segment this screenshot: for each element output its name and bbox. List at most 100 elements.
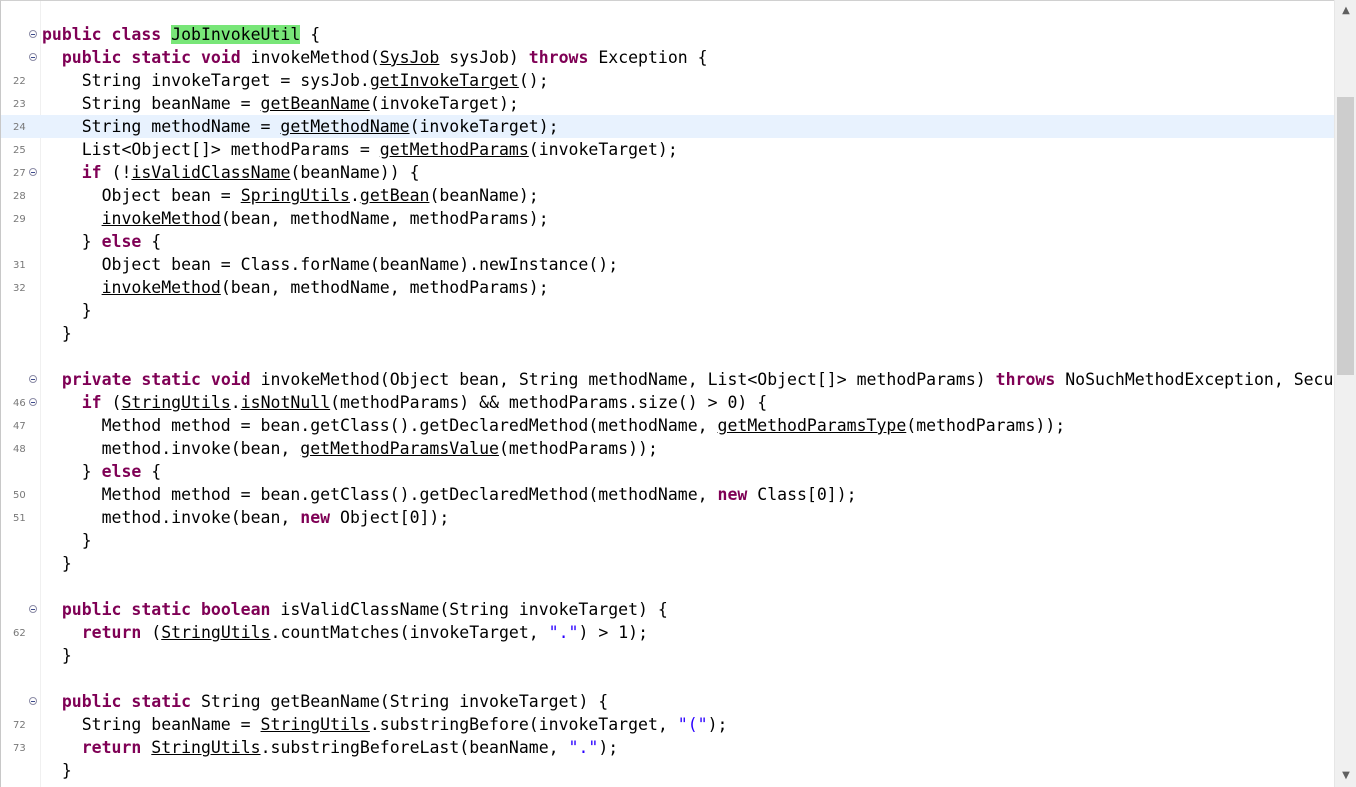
code-line[interactable]: 32 invokeMethod(bean, methodName, method… (1, 276, 1334, 299)
keyword-token: else (102, 462, 142, 481)
code-token: (beanName)) { (290, 163, 419, 182)
linked-identifier-token: invokeMethod (102, 278, 221, 297)
code-token: .substringBeforeLast(beanName, (261, 738, 569, 757)
code-line[interactable]: 22 String invokeTarget = sysJob.getInvok… (1, 69, 1334, 92)
code-editor[interactable]: public class JobInvokeUtil { public stat… (0, 0, 1334, 787)
code-token: } (42, 324, 72, 343)
code-line[interactable]: 50 Method method = bean.getClass().getDe… (1, 483, 1334, 506)
code-line[interactable]: 72 String beanName = StringUtils.substri… (1, 713, 1334, 736)
vertical-scrollbar[interactable]: ▲ ▼ (1334, 0, 1356, 787)
code-text: Method method = bean.getClass().getDecla… (42, 483, 857, 506)
keyword-token: public static boolean (62, 600, 281, 619)
code-line[interactable]: } (1, 322, 1334, 345)
code-token: . (350, 186, 360, 205)
code-token: } (42, 531, 92, 550)
code-text: invokeMethod(bean, methodName, methodPar… (42, 207, 549, 230)
code-text: } (42, 322, 72, 345)
code-text: String methodName = getMethodName(invoke… (42, 115, 559, 138)
collapse-fold-icon[interactable] (29, 697, 37, 705)
code-token: { (141, 462, 161, 481)
code-line[interactable]: } (1, 759, 1334, 782)
scroll-up-arrow-icon[interactable]: ▲ (1339, 4, 1353, 18)
code-line[interactable]: public static boolean isValidClassName(S… (1, 598, 1334, 621)
code-token: String invokeTarget = sysJob. (42, 71, 370, 90)
code-line[interactable] (1, 345, 1334, 368)
code-token: String methodName = (42, 117, 280, 136)
current-code-line[interactable]: 24 String methodName = getMethodName(inv… (1, 115, 1334, 138)
code-text: if (!isValidClassName(beanName)) { (42, 161, 420, 184)
string-literal-token: "." (549, 623, 579, 642)
code-token (42, 370, 62, 389)
code-token (42, 738, 82, 757)
code-line[interactable]: 73 return StringUtils.substringBeforeLas… (1, 736, 1334, 759)
code-token: NoSuchMethodException, Secu (1055, 370, 1333, 389)
code-line[interactable]: 47 Method method = bean.getClass().getDe… (1, 414, 1334, 437)
collapse-fold-icon[interactable] (29, 375, 37, 383)
linked-identifier-token: StringUtils (122, 393, 231, 412)
keyword-token: return (82, 623, 142, 642)
code-line[interactable] (1, 575, 1334, 598)
collapse-fold-icon[interactable] (29, 168, 37, 176)
keyword-token: public static (62, 692, 201, 711)
collapse-fold-icon[interactable] (29, 605, 37, 613)
code-token (42, 163, 82, 182)
collapse-fold-icon[interactable] (29, 53, 37, 61)
code-line[interactable]: } (1, 299, 1334, 322)
code-token (42, 393, 82, 412)
code-line[interactable]: } else { (1, 230, 1334, 253)
code-text: public static void invokeMethod(SysJob s… (42, 46, 708, 69)
code-line[interactable]: 31 Object bean = Class.forName(beanName)… (1, 253, 1334, 276)
code-token: (methodParams) && methodParams.size() > … (330, 393, 767, 412)
code-token: .countMatches(invokeTarget, (271, 623, 549, 642)
code-token (42, 209, 102, 228)
code-token: Object[0]); (330, 508, 449, 527)
code-line[interactable]: 48 method.invoke(bean, getMethodParamsVa… (1, 437, 1334, 460)
keyword-token: public static void (62, 48, 251, 67)
code-token: (methodParams)); (499, 439, 658, 458)
code-line[interactable]: 51 method.invoke(bean, new Object[0]); (1, 506, 1334, 529)
highlighted-occurrence-token: JobInvokeUtil (171, 25, 300, 44)
scrollbar-thumb[interactable] (1337, 97, 1354, 375)
code-token: method.invoke(bean, (42, 508, 300, 527)
code-token: } (42, 646, 72, 665)
code-line[interactable]: } (1, 529, 1334, 552)
code-token: String beanName = (42, 94, 261, 113)
code-line[interactable]: public static String getBeanName(String … (1, 690, 1334, 713)
code-line[interactable]: 46 if (StringUtils.isNotNull(methodParam… (1, 391, 1334, 414)
code-line[interactable]: public class JobInvokeUtil { (1, 23, 1334, 46)
collapse-fold-icon[interactable] (29, 398, 37, 406)
code-token: { (300, 25, 320, 44)
linked-identifier-token: getBeanName (261, 94, 370, 113)
string-literal-token: "." (569, 738, 599, 757)
code-line[interactable]: 29 invokeMethod(bean, methodName, method… (1, 207, 1334, 230)
scroll-down-arrow-icon[interactable]: ▼ (1339, 769, 1353, 783)
code-line[interactable]: 23 String beanName = getBeanName(invokeT… (1, 92, 1334, 115)
code-text: invokeMethod(bean, methodName, methodPar… (42, 276, 549, 299)
linked-identifier-token: getMethodParamsValue (300, 439, 499, 458)
code-text: } (42, 299, 92, 322)
code-line[interactable]: 27 if (!isValidClassName(beanName)) { (1, 161, 1334, 184)
code-token: } (42, 301, 92, 320)
code-token: (methodParams)); (906, 416, 1065, 435)
code-token: Method method = bean.getClass().getDecla… (42, 485, 718, 504)
code-line[interactable]: public static void invokeMethod(SysJob s… (1, 46, 1334, 69)
code-line[interactable]: 62 return (StringUtils.countMatches(invo… (1, 621, 1334, 644)
code-line[interactable]: 25 List<Object[]> methodParams = getMeth… (1, 138, 1334, 161)
code-line[interactable]: } (1, 644, 1334, 667)
code-token: method.invoke(bean, (42, 439, 300, 458)
keyword-token: throws (529, 48, 589, 67)
code-line[interactable]: } else { (1, 460, 1334, 483)
code-line[interactable]: private static void invokeMethod(Object … (1, 368, 1334, 391)
code-token (42, 278, 102, 297)
code-text: String invokeTarget = sysJob.getInvokeTa… (42, 69, 549, 92)
code-text: Object bean = Class.forName(beanName).ne… (42, 253, 618, 276)
code-line[interactable]: 28 Object bean = SpringUtils.getBean(bea… (1, 184, 1334, 207)
code-text: method.invoke(bean, new Object[0]); (42, 506, 449, 529)
code-line[interactable]: } (1, 552, 1334, 575)
code-text: List<Object[]> methodParams = getMethodP… (42, 138, 678, 161)
line-number: 29 (13, 214, 27, 226)
code-line[interactable] (1, 667, 1334, 690)
code-token: invokeMethod( (251, 48, 380, 67)
collapse-fold-icon[interactable] (29, 30, 37, 38)
line-number: 51 (13, 513, 27, 525)
